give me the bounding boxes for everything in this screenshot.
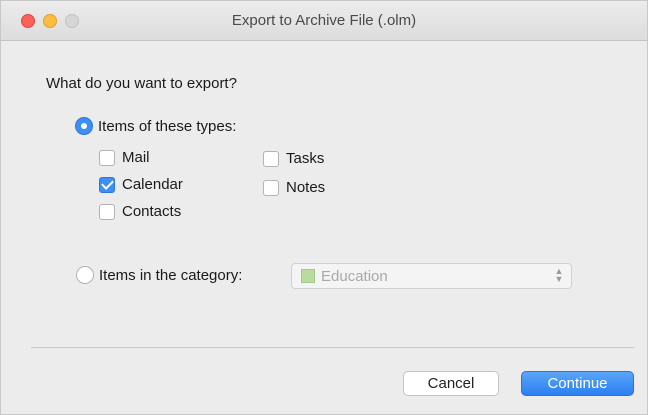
checkbox-box[interactable] (263, 179, 279, 196)
checkbox-mail[interactable]: Mail (99, 149, 150, 166)
checkbox-calendar[interactable]: Calendar (99, 176, 183, 193)
radio-items-in-category[interactable]: Items in the category: (76, 266, 242, 284)
category-dropdown[interactable]: Education ▲ ▼ (291, 263, 572, 289)
window-title: Export to Archive File (.olm) (231, 12, 417, 29)
checkbox-notes-label: Notes (286, 179, 326, 196)
checkbox-tasks-label: Tasks (286, 150, 325, 167)
checkbox-contacts-label: Contacts (122, 203, 182, 220)
checkbox-contacts[interactable]: Contacts (99, 203, 181, 220)
radio-button-selected[interactable] (75, 117, 93, 135)
checkbox-box-checked[interactable] (99, 176, 115, 193)
checkbox-notes[interactable]: Notes (263, 179, 325, 196)
checkbox-calendar-label: Calendar (122, 176, 183, 193)
cancel-button[interactable]: Cancel (403, 371, 499, 396)
radio-button-unselected[interactable] (76, 266, 94, 284)
checkbox-box[interactable] (99, 149, 115, 166)
checkbox-box[interactable] (263, 150, 279, 167)
category-color-swatch (301, 269, 315, 283)
radio-items-of-types-label: Items of these types: (98, 117, 237, 135)
radio-items-of-types[interactable]: Items of these types: (75, 117, 236, 135)
chevron-up-down-icon: ▲ ▼ (554, 266, 564, 284)
export-dialog: Export to Archive File (.olm) What do yo… (0, 0, 648, 415)
continue-button[interactable]: Continue (521, 371, 634, 396)
divider (31, 347, 635, 348)
checkbox-mail-label: Mail (122, 149, 150, 166)
category-dropdown-value: Education (321, 267, 388, 285)
radio-items-in-category-label: Items in the category: (99, 266, 243, 284)
checkbox-box[interactable] (99, 203, 115, 220)
title-bar[interactable]: Export to Archive File (.olm) (1, 1, 647, 41)
export-question: What do you want to export? (46, 75, 237, 92)
checkbox-tasks[interactable]: Tasks (263, 150, 324, 167)
